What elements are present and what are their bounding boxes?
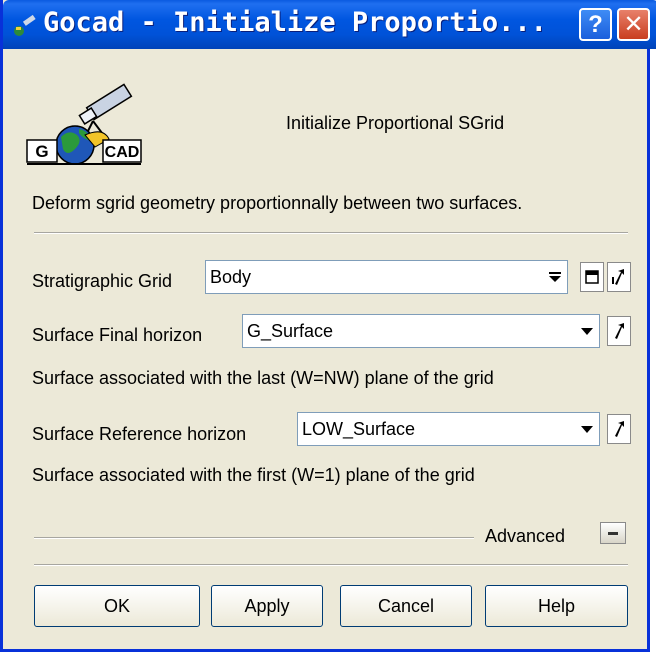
final-horizon-dropdown-button[interactable] <box>577 317 597 345</box>
globe-icon <box>55 125 95 165</box>
expand-icon <box>608 532 618 535</box>
cancel-button[interactable]: Cancel <box>340 585 472 627</box>
pick-arrow-icon <box>615 421 624 437</box>
apply-button[interactable]: Apply <box>211 585 323 627</box>
dialog-window: Gocad - Initialize Proportio... ? ✕ G CA… <box>0 0 656 652</box>
stratigraphic-grid-dropdown-button[interactable] <box>545 263 565 291</box>
svg-text:CAD: CAD <box>105 144 140 161</box>
dropdown-list-icon <box>549 272 561 282</box>
final-horizon-label: Surface Final horizon <box>32 325 203 345</box>
reference-horizon-pick-button[interactable] <box>607 414 631 444</box>
title-bar[interactable]: Gocad - Initialize Proportio... ? ✕ <box>3 0 656 49</box>
stratigraphic-grid-pick-button[interactable] <box>607 262 631 292</box>
buttons-separator <box>34 564 628 566</box>
close-button[interactable]: ✕ <box>617 8 650 41</box>
stratigraphic-grid-combo[interactable]: Body <box>205 260 568 294</box>
telescope-icon <box>78 83 133 138</box>
gocad-logo: G CAD <box>26 83 142 165</box>
reference-horizon-label: Surface Reference horizon <box>32 424 247 444</box>
stratigraphic-grid-label: Stratigraphic Grid <box>32 271 173 291</box>
help-button[interactable]: Help <box>485 585 628 627</box>
chevron-down-icon <box>581 328 593 335</box>
reference-horizon-combo[interactable]: LOW_Surface <box>297 412 600 446</box>
reference-horizon-value: LOW_Surface <box>302 419 416 439</box>
gocad-app-icon <box>14 14 36 36</box>
chevron-down-icon <box>581 426 593 433</box>
advanced-label: Advanced <box>485 526 566 546</box>
window-list-button[interactable] <box>580 262 604 292</box>
pick-arrow-icon <box>615 323 624 339</box>
reference-horizon-help: Surface associated with the first (W=1) … <box>32 465 475 485</box>
pick-arrow-icon <box>612 269 624 285</box>
dialog-heading: Initialize Proportional SGrid <box>286 113 505 133</box>
svg-text:G: G <box>35 142 48 161</box>
help-title-button[interactable]: ? <box>579 8 612 41</box>
final-horizon-help: Surface associated with the last (W=NW) … <box>32 368 494 388</box>
window-title: Gocad - Initialize Proportio... <box>43 7 547 38</box>
separator <box>34 232 628 234</box>
stratigraphic-grid-value: Body <box>210 267 252 287</box>
final-horizon-combo[interactable]: G_Surface <box>242 314 600 348</box>
ok-button[interactable]: OK <box>34 585 200 627</box>
dialog-description: Deform sgrid geometry proportionnally be… <box>32 193 523 213</box>
advanced-expand-button[interactable] <box>600 522 626 544</box>
advanced-separator <box>34 537 474 539</box>
final-horizon-pick-button[interactable] <box>607 316 631 346</box>
reference-horizon-dropdown-button[interactable] <box>577 415 597 443</box>
window-icon <box>585 270 599 284</box>
final-horizon-value: G_Surface <box>247 321 334 341</box>
dialog-body: G CAD Initialize Proportional SGrid Defo… <box>3 49 647 649</box>
